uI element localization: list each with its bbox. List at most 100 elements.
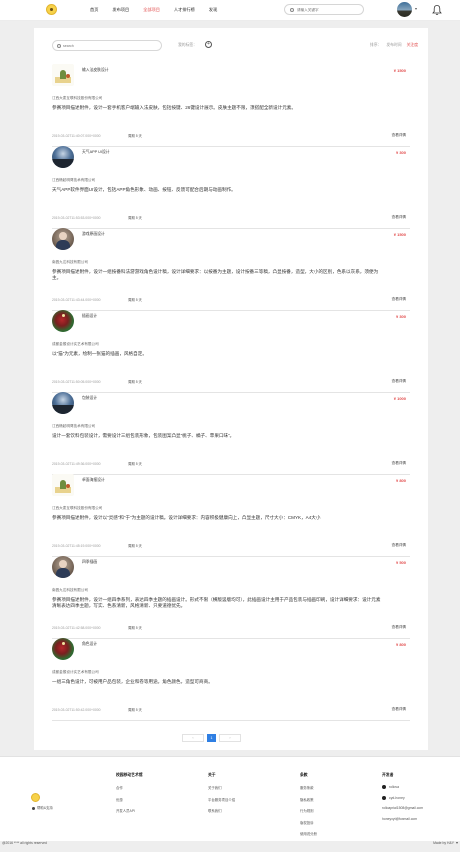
nav-all-projects[interactable]: 全部项目 (143, 6, 160, 14)
view-details-link[interactable]: 查看详情 (392, 379, 406, 384)
sort-by-time[interactable]: 发布时间 (386, 43, 401, 47)
footer-column-title: 校园移动艺术馆 (116, 773, 143, 777)
footer-link[interactable]: 服务条款 (300, 785, 317, 790)
project-description: 以“猫”为元素，绘制一张猫的插画，风格自定。 (52, 351, 147, 356)
footer-link[interactable]: 隐私政策 (300, 797, 317, 802)
project-time: 2019-03-02T11:45:19.000+0000 (52, 544, 101, 548)
project-company: 南昌九达科技有限公司 (52, 588, 88, 592)
developer-email[interactable]: honeyxyt@foxmail.com (382, 817, 423, 821)
project-cycle: 周期 5 天 (128, 626, 142, 630)
project-description: 天气APP软件界面UI设计，包括APP角色形象、动画、按钮、反馈可配合后期与动画… (52, 187, 236, 192)
project-thumbnail[interactable] (52, 146, 74, 168)
view-details-link[interactable]: 查看详情 (392, 133, 406, 138)
github-username[interactable]: rollova (389, 785, 399, 789)
view-details-link[interactable]: 查看详情 (392, 543, 406, 548)
footer-column-title: 条款 (300, 773, 308, 777)
page-1-button[interactable]: 1 (207, 734, 216, 742)
project-title[interactable]: 四季插画 (82, 560, 97, 565)
footer-link[interactable]: 优惠 (116, 797, 143, 802)
project-price: ¥ 300 (395, 150, 406, 155)
footer-link[interactable]: 版权投诉 (300, 820, 317, 825)
nav-talent-ranking[interactable]: 人才排行榜 (174, 6, 195, 14)
developer-email[interactable]: rolloaprial1508@gmail.com (382, 806, 423, 810)
project-price: ¥ 800 (395, 478, 406, 483)
project-search[interactable] (52, 40, 162, 51)
project-description: 设计一套饮料包装设计，需要设计三组包装形象，包装图案凸显“桃子、橘子、苹果口味”… (52, 433, 235, 438)
project-cycle: 周期 5 天 (128, 298, 142, 302)
nav-discover[interactable]: 发现 (209, 6, 217, 14)
next-page-button[interactable]: › (219, 734, 241, 742)
project-title[interactable]: 角色设计 (82, 642, 97, 647)
footer-link[interactable]: 开发人员API (116, 808, 143, 813)
project-time: 2019-03-02T11:43:44.000+0000 (52, 298, 101, 302)
footer-column-terms: 条款 服务条款 隐私政策 行为规则 版权投诉 使用说分册 (300, 773, 317, 843)
header-search-input[interactable] (297, 6, 357, 14)
footer-column-developers: 开发者 rollova cyd-honey rolloaprial1508@gm… (382, 773, 423, 827)
project-thumbnail[interactable] (52, 64, 74, 86)
project-item: 卓面海报设计 ¥ 800 江西大麦互联科技股份有限公司 参赛项目描述附件，设计以… (52, 474, 410, 557)
made-by-menu[interactable]: Made by H&Y (433, 841, 458, 845)
footer-link[interactable]: 行为规则 (300, 808, 317, 813)
my-tags-label: 我的标签： (178, 43, 197, 47)
nav-publish-project[interactable]: 发布项目 (112, 6, 129, 14)
add-tag-button[interactable]: + (205, 41, 212, 48)
project-item: 游戏原画设计 ¥ 1500 南昌九达科技有限公司 参赛项目描述附件，设计一组按番… (52, 228, 410, 311)
sort-by-attention[interactable]: 关注度 (407, 43, 418, 47)
footer-link[interactable]: 平台服务项目介绍 (208, 797, 235, 802)
footer-link[interactable]: 关于我们 (208, 785, 235, 790)
project-thumbnail[interactable] (52, 392, 74, 414)
project-company: 成都金猴设计实艺术有限公司 (52, 342, 99, 346)
project-thumbnail[interactable] (52, 310, 74, 332)
search-icon (290, 7, 294, 12)
project-title[interactable]: 输入法皮肤设计 (82, 68, 109, 73)
view-details-link[interactable]: 查看详情 (392, 625, 406, 630)
github-username[interactable]: cyd-honey (389, 796, 405, 800)
project-price: ¥ 800 (395, 642, 406, 647)
bell-icon[interactable] (432, 4, 442, 16)
pagination: ‹ 1 › (182, 734, 244, 742)
project-time: 2019-03-02T11:49:36.000+0000 (52, 462, 101, 466)
top-header: 首页 发布项目 全部项目 人才排行榜 发现 (0, 0, 460, 21)
project-description: 参赛项目描述附件，设计以“灵感”和“于”为主题的设计稿。设计详细要求：内容积极健… (52, 515, 321, 520)
project-title[interactable]: 插画设计 (82, 314, 97, 319)
project-title[interactable]: 天气APP UI设计 (82, 150, 110, 155)
view-details-link[interactable]: 查看详情 (392, 461, 406, 466)
developer-github[interactable]: rollova (382, 785, 423, 789)
project-thumbnail[interactable] (52, 556, 74, 578)
project-title[interactable]: 卓面海报设计 (82, 478, 105, 483)
project-description: 参赛项目描述附件，设计一组四季系列，表达四季主题的插画设计。形式不限（横版竖版均… (52, 597, 381, 608)
project-title[interactable]: 游戏原画设计 (82, 232, 105, 237)
developer-github[interactable]: cyd-honey (382, 795, 423, 800)
project-cycle: 周期 5 天 (128, 544, 142, 548)
project-price: ¥ 1500 (393, 232, 406, 237)
view-details-link[interactable]: 查看详情 (392, 707, 406, 712)
project-item: 天气APP UI设计 ¥ 300 江西畅起明哥技术有限公司 天气APP软件界面U… (52, 146, 410, 229)
view-details-link[interactable]: 查看详情 (392, 297, 406, 302)
project-item: 包装设计 ¥ 1000 江西畅起明哥技术有限公司 设计一套饮料包装设计，需要设计… (52, 392, 410, 475)
nav-home[interactable]: 首页 (90, 6, 98, 14)
project-price: ¥ 500 (395, 560, 406, 565)
user-avatar[interactable] (397, 2, 412, 17)
chevron-down-icon[interactable] (415, 8, 417, 10)
footer-link[interactable]: 联系我们 (208, 808, 235, 813)
project-thumbnail[interactable] (52, 638, 74, 660)
footer-column-gallery: 校园移动艺术馆 合作 优惠 开发人员API (116, 773, 143, 820)
main-nav: 首页 发布项目 全部项目 人才排行榜 发现 (90, 6, 231, 14)
footer-link[interactable]: 合作 (116, 785, 143, 790)
project-thumbnail[interactable] (52, 474, 74, 496)
github-icon (382, 785, 386, 789)
help-support-link[interactable]: 帮助&支持 (32, 805, 53, 810)
footer-link[interactable]: 使用说分册 (300, 831, 317, 836)
project-cycle: 周期 5 天 (128, 708, 142, 712)
header-search[interactable] (284, 4, 364, 15)
project-thumbnail[interactable] (52, 228, 74, 250)
project-item: 角色设计 ¥ 800 成都金猴设计实艺术有限公司 一组三角色设计，可被用户品包装… (52, 638, 410, 721)
view-details-link[interactable]: 查看详情 (392, 215, 406, 220)
project-search-input[interactable] (63, 42, 153, 50)
project-title[interactable]: 包装设计 (82, 396, 97, 401)
footer-column-title: 开发者 (382, 773, 394, 777)
project-item: 插画设计 ¥ 300 成都金猴设计实艺术有限公司 以“猫”为元素，绘制一张猫的插… (52, 310, 410, 393)
site-logo[interactable] (46, 4, 57, 15)
prev-page-button[interactable]: ‹ (182, 734, 204, 742)
project-time: 2019-03-02T11:42:58.000+0000 (52, 626, 101, 630)
